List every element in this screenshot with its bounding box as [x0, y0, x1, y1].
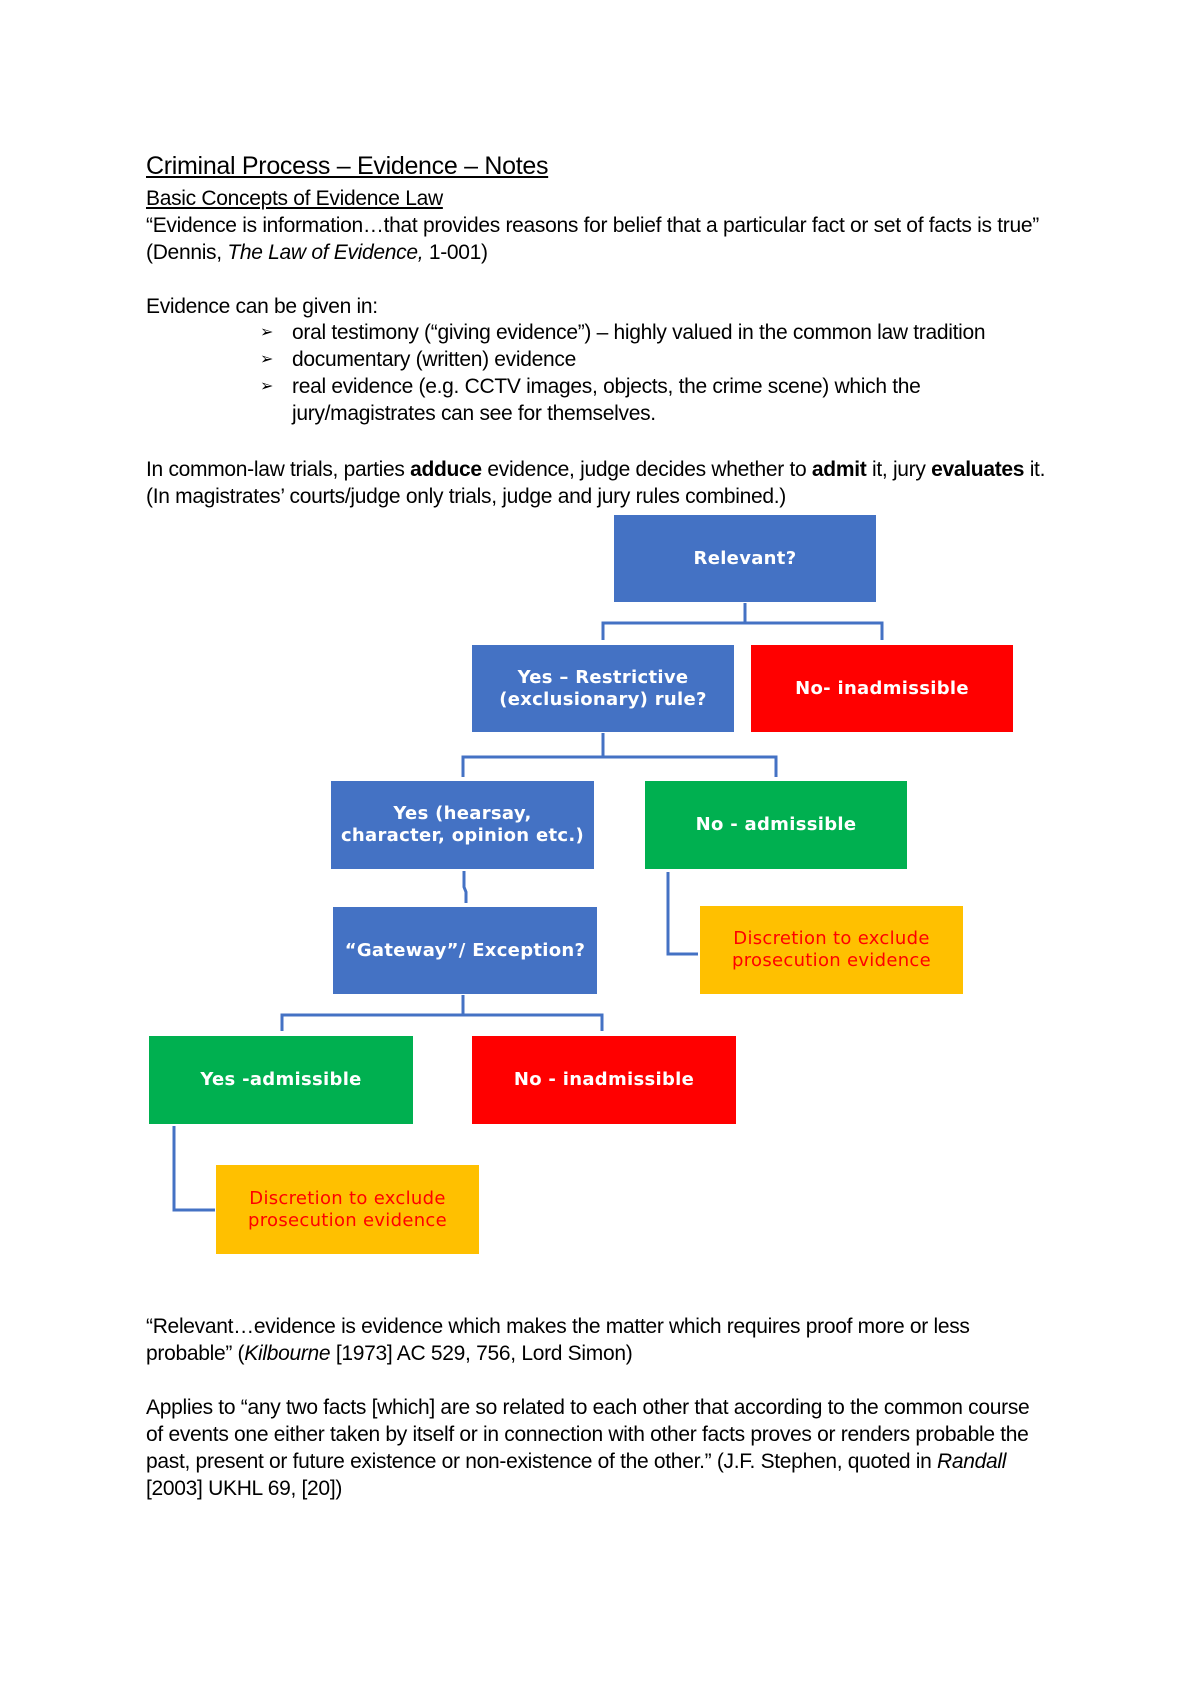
node-gateway-exception: “Gateway”/ Exception?: [333, 907, 597, 994]
stephen-quote-line1: Applies to “any two facts [which] are so…: [146, 1396, 1030, 1419]
stephen-quote-line3: past, present or future existence or non…: [146, 1448, 1006, 1475]
node-relevant: Relevant?: [614, 515, 876, 602]
connector-relevant: [601, 603, 884, 640]
node-discretion-to-exclude: Discretion to exclude prosecution eviden…: [700, 906, 963, 994]
node-no-inadmissible-relevance: No- inadmissible: [751, 645, 1013, 732]
connector-restrictive: [461, 733, 778, 777]
connector-no-admissible-to-discretion: [666, 872, 698, 956]
text-run: past, present or future existence or non…: [146, 1450, 938, 1473]
case-name-kilbourne: Kilbourne: [244, 1342, 331, 1365]
relevance-quote-line1: “Relevant…evidence is evidence which mak…: [146, 1315, 970, 1338]
node-excluded-evidence-types: Yes (hearsay, character, opinion etc.): [331, 781, 594, 869]
relevance-quote-citation: probable” (Kilbourne [1973] AC 529, 756,…: [146, 1340, 633, 1367]
connector-excluded-to-gateway: [462, 871, 468, 903]
case-name-randall: Randall: [937, 1450, 1007, 1473]
connector-gateway: [280, 995, 604, 1031]
document-page: Criminal Process – Evidence – Notes Basi…: [0, 0, 1200, 1697]
connector-yes-admissible-to-discretion: [172, 1126, 215, 1212]
node-discretion-to-exclude-gateway: Discretion to exclude prosecution eviden…: [216, 1165, 479, 1254]
text-run: probable” (: [146, 1342, 245, 1365]
node-no-inadmissible-gateway: No - inadmissible: [472, 1036, 736, 1124]
node-yes-admissible: Yes -admissible: [149, 1036, 413, 1124]
node-restrictive-rule: Yes – Restrictive (exclusionary) rule?: [472, 645, 734, 732]
node-no-admissible: No - admissible: [645, 781, 907, 869]
text-run: [1973] AC 529, 756, Lord Simon): [330, 1342, 633, 1365]
stephen-quote-line4: [2003] UKHL 69, [20]): [146, 1477, 343, 1500]
stephen-quote-line2: of events one either taken by itself or …: [146, 1423, 1029, 1446]
